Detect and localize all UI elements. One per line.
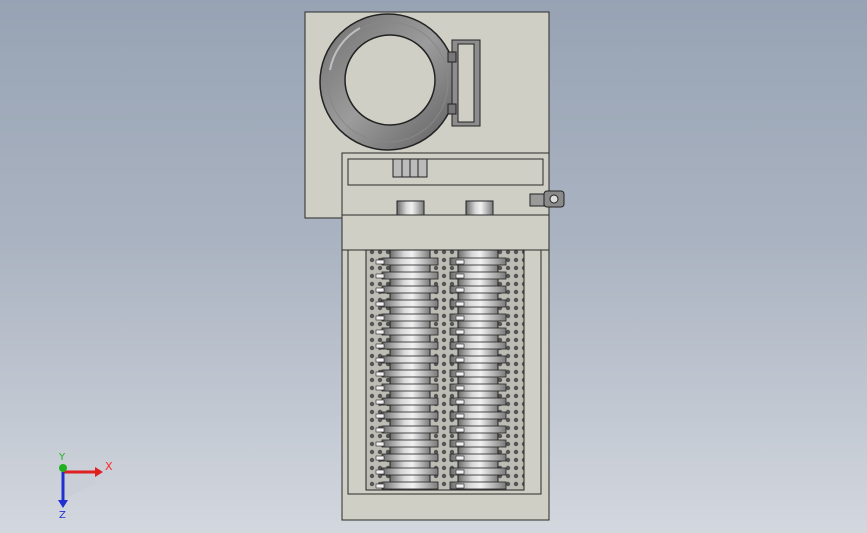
cutter-disc [381,411,439,420]
cutter-tooth [375,287,385,293]
axis-triad: X Y Z [58,452,113,520]
cutter-tooth [375,343,385,349]
motor-ring [319,13,457,151]
cutter-tooth [375,315,385,321]
cutter-tooth [455,441,465,447]
cutter-disc [381,383,439,392]
cutter-disc [381,439,439,448]
cutter-tooth [455,413,465,419]
cad-viewport[interactable]: X Y Z [0,0,867,533]
cutter-tooth [455,455,465,461]
cutter-tooth [375,399,385,405]
shredder-model[interactable] [0,0,867,533]
cutter-disc [381,467,439,476]
cutter-tooth [455,371,465,377]
cutter-tooth [375,357,385,363]
cutter-disc [381,453,439,462]
z-axis-arrow [58,500,68,508]
cutter-tooth [375,413,385,419]
cutter-tooth [455,483,465,489]
cutter-disc [381,397,439,406]
cutter-tooth [455,427,465,433]
cutter-tooth [375,273,385,279]
cutter-disc [381,299,439,308]
cutter-tooth [375,259,385,265]
y-axis-dot [59,464,67,472]
cutter-tooth [375,301,385,307]
cutter-disc [381,285,439,294]
cutting-chamber [341,249,550,521]
cutter-disc [381,327,439,336]
cutter-tooth [455,469,465,475]
cutter-tooth [455,273,465,279]
cross-plate [341,214,550,251]
cutter-tooth [455,343,465,349]
cutter-disc [381,257,439,266]
cutter-tooth [455,357,465,363]
cutter-disc [381,369,439,378]
cutter-tooth [375,441,385,447]
cutter-disc [381,341,439,350]
cutter-tooth [455,301,465,307]
x-axis-arrow [95,467,103,477]
cutter-tooth [375,483,385,489]
cutter-tooth [455,287,465,293]
upper-frame [341,152,550,216]
cutter-disc [381,355,439,364]
cutter-tooth [455,385,465,391]
cutter-tooth [375,455,385,461]
cutter-disc [381,271,439,280]
x-axis-label: X [105,460,113,473]
motor-clamp-bracket [447,39,481,127]
cutter-tooth [375,427,385,433]
z-axis-label: Z [59,510,66,520]
cutter-disc [381,425,439,434]
y-axis-label: Y [58,452,66,463]
cutter-tooth [455,329,465,335]
cutter-disc [381,481,439,490]
cutter-tooth [455,259,465,265]
cutter-tooth [375,469,385,475]
cutter-tooth [375,371,385,377]
cutter-tooth [455,399,465,405]
cutter-tooth [375,385,385,391]
cutter-tooth [455,315,465,321]
cutter-tooth [375,329,385,335]
cutter-disc [381,313,439,322]
